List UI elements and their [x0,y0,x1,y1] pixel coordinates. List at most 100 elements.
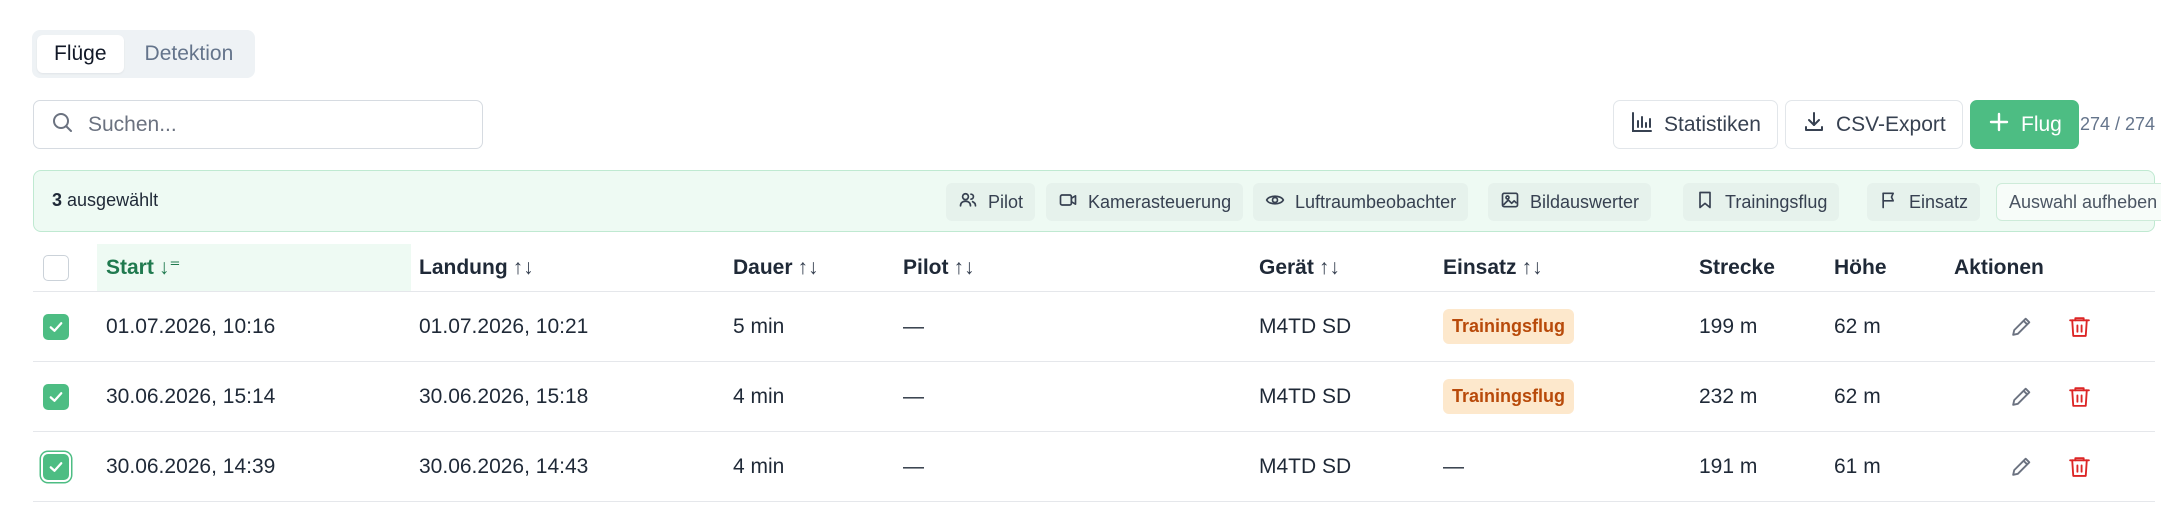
cell-pilot: — [903,454,924,478]
search-box[interactable] [33,100,483,149]
pilot-header-label: Pilot [903,255,949,279]
bookmark-icon [1695,190,1715,215]
pencil-icon [2006,382,2036,412]
training-badge: Trainingsflug [1443,309,1575,344]
csv-export-label: CSV-Export [1836,112,1946,136]
table-row[interactable]: 01.07.2026, 10:16 01.07.2026, 10:21 5 mi… [33,292,2155,362]
selected-count-text: ausgewählt [67,190,159,210]
camera-label: Kamerasteuerung [1088,191,1232,212]
plus-icon [1987,110,2011,140]
delete-button[interactable] [2064,292,2094,361]
tab-detektion[interactable]: Detektion [128,35,251,73]
selection-bar: 3 ausgewählt Pilot Kamerasteuerung Luftr… [33,170,2161,232]
training-label: Trainingsflug [1725,191,1828,212]
cell-landung: 30.06.2026, 14:43 [419,454,589,478]
sort-desc-icon: ↓⁼ [158,256,181,279]
delete-button[interactable] [2064,362,2094,431]
column-header-geraet[interactable]: Gerät ↑↓ [1259,244,1340,291]
column-header-landung[interactable]: Landung ↑↓ [419,244,534,291]
mark-training-button[interactable]: Trainingsflug [1683,183,1840,221]
column-header-pilot[interactable]: Pilot ↑↓ [903,244,975,291]
mark-mission-button[interactable]: Einsatz [1867,183,1981,221]
row-checkbox[interactable] [43,383,69,410]
users-icon [958,190,978,215]
column-header-dauer[interactable]: Dauer ↑↓ [733,244,819,291]
cell-start: 01.07.2026, 10:16 [106,314,276,338]
cell-einsatz: — [1443,454,1464,478]
cell-landung: 30.06.2026, 15:18 [419,384,589,408]
video-camera-icon [1058,190,1078,215]
image-analyst-label: Bildauswerter [1530,191,1640,212]
table-header: Start ↓⁼ Landung ↑↓ Dauer ↑↓ Pilot ↑↓ Gerät ↑… [33,244,2155,292]
record-count: 274 / 274 [2080,114,2156,134]
pencil-icon [2006,452,2036,482]
selected-count-number: 3 [52,190,63,210]
trash-icon [2064,382,2094,412]
cell-landung: 01.07.2026, 10:21 [419,314,589,338]
select-all-cell [43,244,69,291]
assign-image-analyst-button[interactable]: Bildauswerter [1488,183,1652,221]
add-flight-label: Flug [2021,112,2062,136]
observer-label: Luftraumbeobachter [1295,191,1457,212]
row-checkbox[interactable] [43,313,69,340]
cell-einsatz: Trainingsflug [1443,292,1575,361]
trash-icon [2064,312,2094,342]
geraet-header-label: Gerät [1259,255,1314,279]
cell-start: 30.06.2026, 15:14 [106,384,276,408]
einsatz-header-label: Einsatz [1443,255,1517,279]
pencil-icon [2006,312,2036,342]
cell-pilot: — [903,314,924,338]
delete-button[interactable] [2064,432,2094,501]
cell-dauer: 4 min [733,454,785,478]
bar-chart-icon [1630,110,1654,140]
cell-geraet: M4TD SD [1259,384,1352,408]
cell-start: 30.06.2026, 14:39 [106,454,276,478]
row-select-cell [43,432,69,501]
row-select-cell [43,292,69,361]
assign-observer-button[interactable]: Luftraumbeobachter [1253,183,1469,221]
assign-pilot-button[interactable]: Pilot [946,183,1036,221]
flights-table: Start ↓⁼ Landung ↑↓ Dauer ↑↓ Pilot ↑↓ Gerät ↑… [33,244,2155,502]
cell-strecke: 191 m [1699,454,1758,478]
search-input[interactable] [88,112,468,137]
edit-button[interactable] [2006,432,2036,501]
sort-icon: ↑↓ [797,255,819,279]
cell-strecke: 199 m [1699,314,1758,338]
row-checkbox[interactable] [43,453,69,480]
assign-camera-button[interactable]: Kamerasteuerung [1046,183,1244,221]
sort-icon: ↑↓ [512,255,534,279]
statistics-label: Statistiken [1664,112,1761,136]
cell-geraet: M4TD SD [1259,314,1352,338]
csv-export-button[interactable]: CSV-Export [1785,100,1963,149]
check-icon [49,391,63,402]
cell-hoehe: 61 m [1834,454,1881,478]
cell-dauer: 4 min [733,384,785,408]
tab-fluege[interactable]: Flüge [37,35,124,73]
table-row[interactable]: 30.06.2026, 15:14 30.06.2026, 15:18 4 mi… [33,362,2155,432]
view-tabs: Flüge Detektion [32,30,256,78]
cell-geraet: M4TD SD [1259,454,1352,478]
column-header-einsatz[interactable]: Einsatz ↑↓ [1443,244,1543,291]
cell-pilot: — [903,384,924,408]
trash-icon [2064,452,2094,482]
cell-dauer: 5 min [733,314,785,338]
search-icon [50,110,74,139]
selection-count: 3 ausgewählt [52,190,158,211]
column-header-start[interactable]: Start ↓⁼ [97,244,411,291]
dauer-header-label: Dauer [733,255,793,279]
check-icon [49,461,63,472]
select-all-checkbox[interactable] [43,254,69,281]
clear-selection-button[interactable]: Auswahl aufheben [1996,183,2161,221]
column-header-hoehe: Höhe [1834,255,1887,279]
column-header-strecke: Strecke [1699,255,1775,279]
sort-icon: ↑↓ [1318,255,1340,279]
column-header-aktionen: Aktionen [1954,255,2044,279]
table-row[interactable]: 30.06.2026, 14:39 30.06.2026, 14:43 4 mi… [33,432,2155,502]
landung-header-label: Landung [419,255,508,279]
cell-strecke: 232 m [1699,384,1758,408]
edit-button[interactable] [2006,292,2036,361]
mission-label: Einsatz [1909,191,1969,212]
statistics-button[interactable]: Statistiken [1613,100,1778,149]
add-flight-button[interactable]: Flug [1970,100,2079,149]
edit-button[interactable] [2006,362,2036,431]
